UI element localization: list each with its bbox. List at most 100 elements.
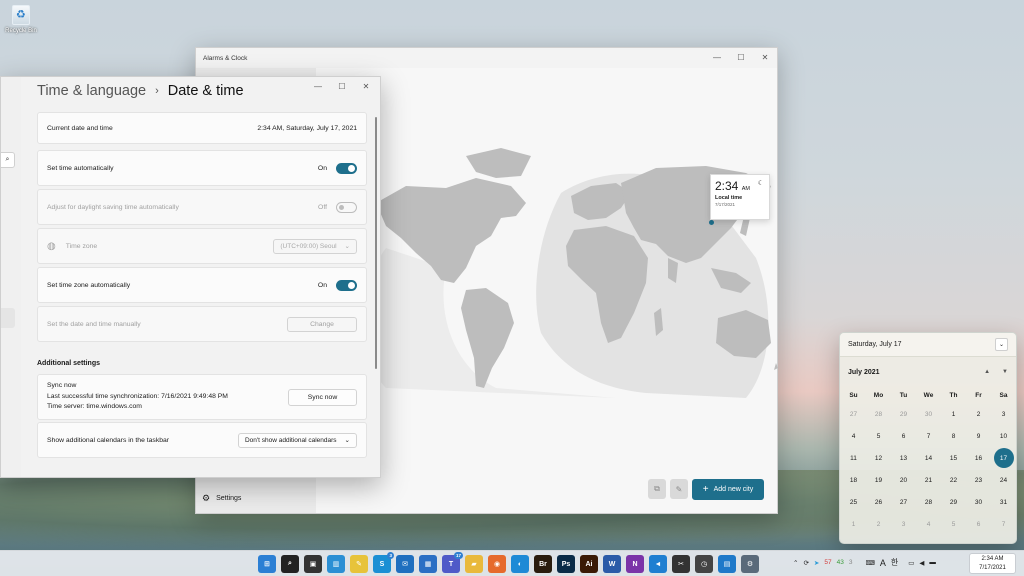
calendar-day[interactable]: 6 xyxy=(966,513,991,535)
calendar-day[interactable]: 5 xyxy=(941,513,966,535)
sync-icon[interactable]: ⟳ xyxy=(803,559,808,567)
edit-button[interactable]: ✎ xyxy=(670,479,688,499)
breadcrumb-parent[interactable]: Time & language xyxy=(37,83,146,99)
calendar-day[interactable]: 20 xyxy=(891,469,916,491)
calendar-day[interactable]: 24 xyxy=(991,469,1016,491)
taskbar-edge[interactable]: ◐ xyxy=(511,555,529,573)
taskbar-clock[interactable]: ◷ xyxy=(695,555,713,573)
time-zone-dropdown[interactable]: (UTC+09:00) Seoul ⌄ xyxy=(273,238,357,254)
add-new-city-button[interactable]: + Add new city xyxy=(692,479,764,500)
chevron-down-icon[interactable]: ⌄ xyxy=(995,338,1008,351)
taskbar-onenote[interactable]: N xyxy=(626,555,644,573)
calendar-day[interactable]: 22 xyxy=(941,469,966,491)
calendar-day[interactable]: 27 xyxy=(841,403,866,425)
calendar-day[interactable]: 5 xyxy=(866,425,891,447)
calendar-day[interactable]: 7 xyxy=(991,513,1016,535)
calendar-day[interactable]: 11 xyxy=(841,447,866,469)
calendar-day[interactable]: 30 xyxy=(916,403,941,425)
maximize-icon[interactable]: ☐ xyxy=(330,77,354,95)
calendar-day[interactable]: 26 xyxy=(866,491,891,513)
taskbar-illustrator[interactable]: Ai xyxy=(580,555,598,573)
next-month-icon[interactable]: ▼ xyxy=(1002,369,1008,375)
calendar-day[interactable]: 12 xyxy=(866,447,891,469)
calendar-day[interactable]: 1 xyxy=(841,513,866,535)
telegram-icon[interactable]: ➤ xyxy=(814,559,819,567)
close-icon[interactable]: ✕ xyxy=(354,77,378,95)
settings-search-box[interactable]: ⌕ xyxy=(1,152,15,168)
local-time-card[interactable]: 2:34 AM Local time 7/17/2021 ☾ xyxy=(710,174,770,220)
taskbar-task-view[interactable]: ▣ xyxy=(304,555,322,573)
calendar-day[interactable]: 3 xyxy=(891,513,916,535)
calendar-day[interactable]: 30 xyxy=(966,491,991,513)
calendar-day-today[interactable]: 17 xyxy=(991,447,1016,469)
taskbar-settings[interactable]: ⚙ xyxy=(741,555,759,573)
calendar-day[interactable]: 28 xyxy=(916,491,941,513)
sync-now-button[interactable]: Sync now xyxy=(288,388,357,406)
battery-icon[interactable]: ▬ xyxy=(929,559,936,566)
calendar-day[interactable]: 7 xyxy=(916,425,941,447)
taskbar-widgets[interactable]: ▥ xyxy=(327,555,345,573)
chevron-up-icon[interactable]: ⌃ xyxy=(793,559,798,567)
calendar-day[interactable]: 16 xyxy=(966,447,991,469)
calendar-month-label[interactable]: July 2021 xyxy=(848,369,880,376)
maximize-icon[interactable]: ☐ xyxy=(729,48,753,66)
ime-mode[interactable]: A xyxy=(880,558,886,568)
taskbar-clock[interactable]: 2:34 AM 7/17/2021 xyxy=(969,553,1016,574)
dst-toggle[interactable] xyxy=(336,201,357,213)
calendar-day[interactable]: 23 xyxy=(966,469,991,491)
alarms-titlebar[interactable]: Alarms & Clock xyxy=(196,48,777,68)
taskbar-file-explorer[interactable]: ▰ xyxy=(465,555,483,573)
calendar-day[interactable]: 18 xyxy=(841,469,866,491)
taskbar-mail[interactable]: ✉ xyxy=(396,555,414,573)
calendar-day[interactable]: 21 xyxy=(916,469,941,491)
calendar-day[interactable]: 4 xyxy=(916,513,941,535)
calendar-day[interactable]: 27 xyxy=(891,491,916,513)
calendar-day[interactable]: 19 xyxy=(866,469,891,491)
selected-nav-item[interactable] xyxy=(1,308,15,328)
volume-icon[interactable]: ◀ xyxy=(919,559,924,567)
calendar-day[interactable]: 9 xyxy=(966,425,991,447)
calendar-day[interactable]: 28 xyxy=(866,403,891,425)
calendar-day[interactable]: 2 xyxy=(866,513,891,535)
taskbar-sticky-notes[interactable]: ✎ xyxy=(350,555,368,573)
calendar-day[interactable]: 3 xyxy=(991,403,1016,425)
taskbar-firefox[interactable]: ◉ xyxy=(488,555,506,573)
keyboard-icon[interactable]: ⌨ xyxy=(865,559,874,567)
calendar-day[interactable]: 6 xyxy=(891,425,916,447)
calendar-day[interactable]: 10 xyxy=(991,425,1016,447)
desktop-icon-recycle-bin[interactable]: Recycle Bin xyxy=(3,3,39,34)
previous-month-icon[interactable]: ▲ xyxy=(984,369,990,375)
calendar-day[interactable]: 15 xyxy=(941,447,966,469)
taskbar-vscode[interactable]: ◄ xyxy=(649,555,667,573)
taskbar-search[interactable]: ⌕ xyxy=(281,555,299,573)
taskbar-start[interactable]: ⊞ xyxy=(258,555,276,573)
taskbar-photoshop[interactable]: Ps xyxy=(557,555,575,573)
calendar-day[interactable]: 29 xyxy=(941,491,966,513)
taskbar-teams[interactable]: T 17 xyxy=(442,552,463,573)
taskbar-remote-desktop[interactable]: ▤ xyxy=(718,555,736,573)
taskbar-skype[interactable]: S3 xyxy=(373,552,394,573)
scrollbar[interactable] xyxy=(375,117,377,369)
set-time-auto-toggle[interactable] xyxy=(336,162,357,174)
taskbar-snipping[interactable]: ✂ xyxy=(672,555,690,573)
calendar-day[interactable]: 2 xyxy=(966,403,991,425)
calendar-day[interactable]: 4 xyxy=(841,425,866,447)
taskbar-word[interactable]: W xyxy=(603,555,621,573)
close-icon[interactable]: ✕ xyxy=(753,48,777,66)
alarms-nav-settings[interactable]: ⚙ Settings xyxy=(202,493,241,504)
taskbar-bridge[interactable]: Br xyxy=(534,555,552,573)
network-icon[interactable]: ▭ xyxy=(908,559,914,567)
ime-hangul[interactable]: 한 xyxy=(891,557,898,568)
calendar-day[interactable]: 14 xyxy=(916,447,941,469)
minimize-icon[interactable]: — xyxy=(705,48,729,66)
calendar-day[interactable]: 1 xyxy=(941,403,966,425)
calendar-day[interactable]: 29 xyxy=(891,403,916,425)
calendar-day[interactable]: 8 xyxy=(941,425,966,447)
calendar-day[interactable]: 31 xyxy=(991,491,1016,513)
minimize-icon[interactable]: — xyxy=(306,77,330,95)
change-button[interactable]: Change xyxy=(287,316,357,332)
taskbar-calendar[interactable]: ▦ xyxy=(419,555,437,573)
calendar-day[interactable]: 25 xyxy=(841,491,866,513)
tz-auto-toggle[interactable] xyxy=(336,279,357,291)
calendars-dropdown[interactable]: Don't show additional calendars ⌄ xyxy=(237,432,357,448)
